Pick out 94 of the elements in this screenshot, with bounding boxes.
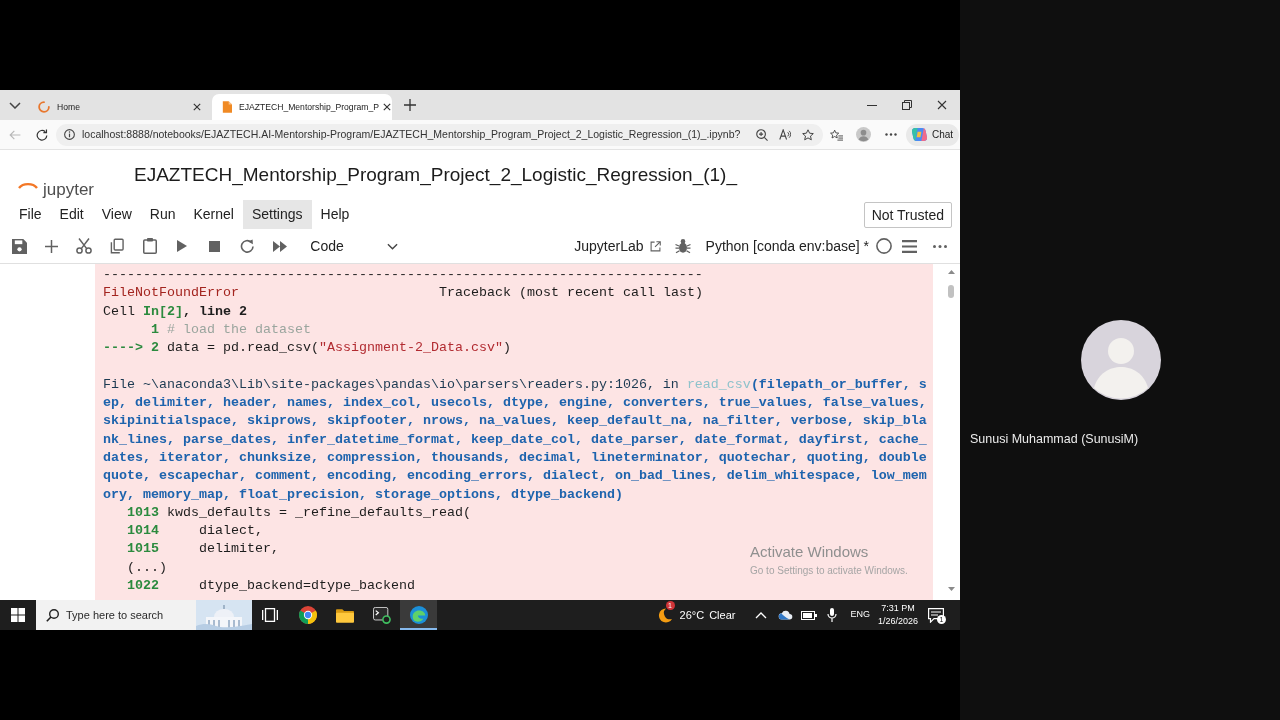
activation-notice-title: Activate Windows xyxy=(750,543,870,561)
traceback-location: Cell In[2], line 2 xyxy=(103,303,247,319)
error-name: FileNotFoundError xyxy=(103,284,239,303)
fast-forward-icon[interactable] xyxy=(273,240,288,252)
weather-temperature[interactable]: 26°C xyxy=(679,606,705,624)
close-icon[interactable] xyxy=(937,100,947,110)
microphone-icon[interactable] xyxy=(827,608,838,622)
read-aloud-icon[interactable] xyxy=(779,129,791,140)
address-bar[interactable]: localhost:8888/notebooks/EJAZTECH.AI-Mentorship-Program/EJAZTECH_Mentorship_Program_Project_2_Logistic_Regression_(1)_.ipynb? xyxy=(56,123,823,146)
cell-type-select[interactable]: Code xyxy=(306,233,403,259)
profile-avatar-icon[interactable] xyxy=(856,127,871,142)
search-icon xyxy=(46,608,59,622)
menu-item[interactable]: Edit xyxy=(50,200,93,229)
code-text: kwds_defaults = _refine_defaults_read( xyxy=(166,503,471,522)
traceback-title: Traceback (most recent call last) xyxy=(438,284,703,303)
clock-date[interactable]: 1/26/2026 xyxy=(877,615,918,628)
line-number: 1013 xyxy=(127,503,159,522)
line-number: 1022 xyxy=(127,577,159,596)
menu-item[interactable]: Help xyxy=(311,200,359,229)
add-icon[interactable] xyxy=(45,239,59,253)
task-view-icon[interactable] xyxy=(262,608,278,622)
taskbar-search-field[interactable]: Type here to search xyxy=(66,608,178,622)
bug-icon[interactable] xyxy=(674,238,691,254)
chevron-down-icon xyxy=(387,242,399,250)
menu-item[interactable]: File xyxy=(10,200,51,229)
participant-name: Sunusi Muhammad (SunusiM) xyxy=(970,431,1139,448)
trust-button[interactable]: Not Trusted xyxy=(863,201,952,228)
minimize-icon[interactable] xyxy=(867,104,877,106)
menu-item[interactable]: View xyxy=(92,200,141,229)
list-icon[interactable] xyxy=(902,239,917,253)
external-link-icon xyxy=(649,240,661,252)
colored-circle-icon xyxy=(298,606,317,624)
line-number: 1 xyxy=(151,320,159,339)
scroll-up-icon[interactable] xyxy=(947,270,955,274)
line-number: 1014 xyxy=(127,522,159,541)
chevron-down-icon[interactable] xyxy=(9,101,21,109)
code-text: # load the dataset xyxy=(166,320,311,339)
logo-text: jupyter xyxy=(43,180,95,200)
line-number: ----> 2 xyxy=(103,339,159,358)
scroll-down-icon[interactable] xyxy=(947,587,955,591)
close-icon[interactable] xyxy=(193,103,201,111)
code-text: data = pd.read_csv("Assignment-2_Data.csv") xyxy=(166,339,511,358)
star-icon[interactable] xyxy=(802,128,814,141)
close-icon[interactable] xyxy=(382,103,391,111)
restore-icon[interactable] xyxy=(902,100,912,110)
restart-icon[interactable] xyxy=(240,239,255,253)
weather-condition[interactable]: Clear xyxy=(709,606,736,624)
swirl-icon xyxy=(409,606,428,624)
scrollbar-thumb[interactable] xyxy=(948,285,954,298)
code-text: dialect, xyxy=(198,522,263,541)
save-icon[interactable] xyxy=(11,238,27,254)
stop-icon[interactable] xyxy=(209,240,221,252)
skipped-lines-marker: (...) xyxy=(127,558,167,577)
menu-item[interactable]: Kernel xyxy=(184,200,243,229)
kernel-name-button[interactable]: Python [conda env:base] * xyxy=(705,235,869,257)
favorites-icon[interactable] xyxy=(830,128,843,141)
chevron-up-icon[interactable] xyxy=(755,611,768,619)
taskbar-app-button[interactable] xyxy=(400,600,437,630)
zoom-in-icon[interactable] xyxy=(756,128,768,141)
chat-button[interactable]: Chat xyxy=(906,123,960,146)
new-tab-icon[interactable] xyxy=(404,99,416,111)
colorful-swirl-icon xyxy=(912,127,927,142)
info-icon xyxy=(64,129,75,140)
logo-arc-icon xyxy=(18,182,38,189)
menu-item[interactable]: Run xyxy=(140,200,185,229)
browser-tab[interactable]: EJAZTECH_Mentorship_Program_P xyxy=(212,94,392,120)
run-icon[interactable] xyxy=(177,240,188,252)
windows-logo-icon[interactable] xyxy=(11,608,25,622)
notebook-file-icon xyxy=(222,101,232,113)
activation-notice-hint: Go to Settings to activate Windows. xyxy=(750,564,908,577)
more-icon[interactable] xyxy=(885,133,897,136)
terminal-icon xyxy=(372,606,391,624)
weather-moon-icon[interactable] xyxy=(656,607,673,623)
battery-icon[interactable] xyxy=(801,610,818,620)
copy-icon[interactable] xyxy=(110,238,125,254)
loading-ring-icon xyxy=(38,101,50,113)
jupyterlab-link[interactable]: JupyterLab xyxy=(574,235,661,257)
traceback-separator: --------------------------------------------------------------------------- xyxy=(103,266,703,284)
notification-icon[interactable] xyxy=(928,607,944,623)
notebook-title[interactable]: EJAZTECH_Mentorship_Program_Project_2_Logistic_Regression_(1)_ xyxy=(134,163,737,187)
line-number: 1015 xyxy=(127,540,159,559)
cut-icon[interactable] xyxy=(76,238,93,254)
browser-tab[interactable]: Home xyxy=(28,94,208,120)
clock-time[interactable]: 7:31 PM xyxy=(881,602,915,615)
paste-icon[interactable] xyxy=(142,238,157,254)
cloud-icon[interactable] xyxy=(778,610,794,620)
refresh-icon[interactable] xyxy=(36,128,48,141)
code-text: dtype_backend=dtype_backend xyxy=(198,577,415,596)
input-language[interactable]: ENG xyxy=(850,608,870,622)
code-text: delimiter, xyxy=(198,540,279,559)
more-icon[interactable] xyxy=(933,244,947,248)
folder-icon xyxy=(335,607,354,623)
menu-item[interactable]: Settings xyxy=(242,200,312,229)
frame-signature: File ~\anaconda3\Lib\site-packages\pandas\io\parsers\readers.py:1026, in read_csv(filepath_or_buffer, sep, delimiter, header, names, index_col, usecols, dtype, engine, converters, true_values, false_values, skipinitialspace, skiprows, skipfooter, nrows, na_values, keep_default_na, na_filter, verbose, skip_blank_lines, parse_dates, infer_datetime_format, keep_date_col, date_parser, date_format, dayfirst, cache_dates, iterator, chunksize, compression, thousands, decimal, lineterminator, quotechar, quoting, doublequote, escapechar, comment, encoding, encoding_errors, dialect, on_bad_lines, delim_whitespace, low_memory, memory_map, float_precision, storage_options, dtype_backend) xyxy=(103,375,928,504)
